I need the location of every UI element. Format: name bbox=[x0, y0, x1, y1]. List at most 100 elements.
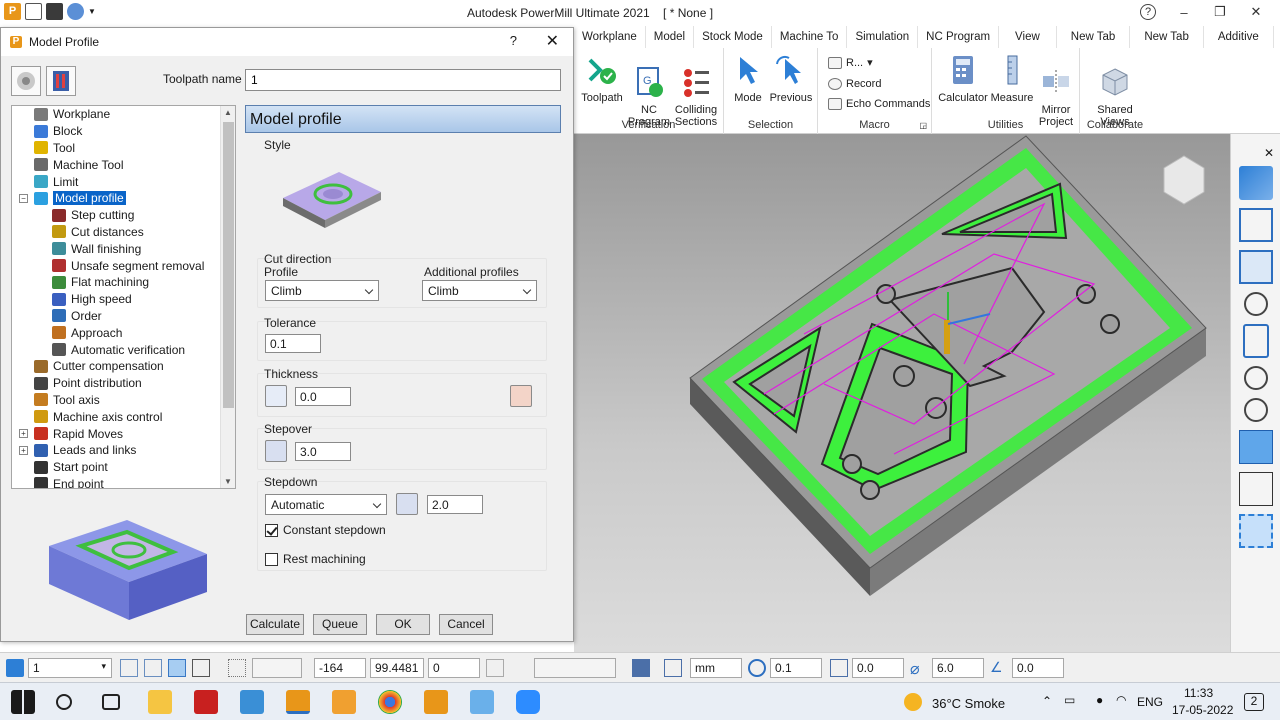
snap-icon-1[interactable] bbox=[120, 659, 138, 677]
tree-item[interactable]: Machine Tool bbox=[12, 156, 235, 173]
scroll-up-icon[interactable]: ▲ bbox=[224, 108, 232, 117]
tree-item[interactable]: Step cutting bbox=[12, 207, 235, 224]
selection-mode-button[interactable]: Mode bbox=[728, 54, 768, 104]
dialog-close-button[interactable]: ✕ bbox=[546, 31, 559, 51]
powermill-2-icon[interactable] bbox=[424, 690, 448, 714]
network-icon[interactable]: ▭ bbox=[1064, 693, 1075, 707]
previous-selection-button[interactable]: Previous bbox=[768, 54, 814, 104]
wireframe-block-icon[interactable] bbox=[1238, 472, 1273, 506]
file-explorer-icon[interactable] bbox=[148, 690, 172, 714]
tab-stock-mode[interactable]: Stock Mode bbox=[694, 26, 772, 48]
expand-icon[interactable]: + bbox=[19, 445, 28, 455]
tree-item[interactable]: Machine axis control bbox=[12, 408, 235, 425]
tree-item[interactable]: Order bbox=[12, 308, 235, 325]
tree-scrollbar[interactable]: ▲ ▼ bbox=[220, 106, 235, 488]
scroll-down-icon[interactable]: ▼ bbox=[224, 477, 232, 486]
tree-item[interactable]: High speed bbox=[12, 291, 235, 308]
tab-model[interactable]: Model bbox=[646, 26, 695, 48]
toolpath-edit-icon[interactable] bbox=[46, 66, 76, 96]
macro-launcher-icon[interactable]: ◲ bbox=[919, 121, 927, 130]
windows-start-icon[interactable] bbox=[11, 690, 35, 714]
grid-icon[interactable] bbox=[228, 659, 246, 677]
view-iso-cube-icon[interactable] bbox=[1238, 208, 1273, 242]
teams-icon[interactable] bbox=[240, 690, 264, 714]
tree-item[interactable]: Limit bbox=[12, 173, 235, 190]
app-window-icon[interactable] bbox=[470, 690, 494, 714]
stepover-input[interactable]: 3.0 bbox=[295, 442, 351, 461]
zoom-fit-icon[interactable] bbox=[1243, 366, 1268, 390]
profile-direction-select[interactable]: Climb bbox=[265, 280, 379, 301]
workplane-select[interactable]: 1 ▾ bbox=[28, 658, 112, 678]
thickness-settings-icon[interactable] bbox=[265, 385, 287, 407]
tab-workplane[interactable]: Workplane bbox=[574, 26, 646, 48]
tree-item[interactable]: Automatic verification bbox=[12, 341, 235, 358]
tree-item[interactable]: Approach bbox=[12, 324, 235, 341]
language-indicator[interactable]: ENG bbox=[1137, 695, 1163, 709]
snap-icon-3[interactable] bbox=[168, 659, 186, 677]
echo-commands-button[interactable]: Echo Commands bbox=[828, 98, 930, 110]
notifications-badge[interactable]: 2 bbox=[1244, 693, 1264, 711]
task-view-icon[interactable] bbox=[102, 694, 120, 710]
acrobat-icon[interactable] bbox=[194, 690, 218, 714]
zoom-box-icon[interactable] bbox=[1243, 398, 1268, 422]
stepdown-copy-icon[interactable] bbox=[396, 493, 418, 515]
help-icon[interactable]: ? bbox=[1140, 4, 1156, 20]
tree-item[interactable]: + Rapid Moves bbox=[12, 425, 235, 442]
close-app-button[interactable]: ✕ bbox=[1238, 0, 1274, 24]
rest-machining-checkbox[interactable]: Rest machining bbox=[265, 552, 366, 566]
collapse-icon[interactable]: − bbox=[19, 193, 28, 203]
constant-stepdown-checkbox[interactable]: Constant stepdown bbox=[265, 523, 386, 537]
powermill-taskbar-icon[interactable] bbox=[286, 690, 310, 714]
snap-icon-2[interactable] bbox=[144, 659, 162, 677]
tree-scroll-thumb[interactable] bbox=[223, 122, 234, 408]
tree-item[interactable]: − Model profile bbox=[12, 190, 235, 207]
refresh-view-icon[interactable] bbox=[1242, 324, 1269, 358]
cancel-button[interactable]: Cancel bbox=[439, 614, 493, 635]
tree-item[interactable]: Tool bbox=[12, 140, 235, 157]
snap-icon-4[interactable] bbox=[192, 659, 210, 677]
weather-sun-icon[interactable] bbox=[904, 693, 922, 711]
tree-item[interactable]: Tool axis bbox=[12, 392, 235, 409]
record-macro-button[interactable]: Record bbox=[828, 78, 881, 90]
status-thickness-field[interactable]: 0.0 bbox=[852, 658, 904, 678]
tree-item[interactable]: Point distribution bbox=[12, 375, 235, 392]
view-shaded-cube-icon[interactable] bbox=[1238, 250, 1273, 284]
clock-time[interactable]: 11:33 bbox=[1184, 686, 1213, 700]
stepover-copy-icon[interactable] bbox=[265, 440, 287, 462]
toolpath-name-input[interactable] bbox=[245, 69, 561, 91]
search-icon[interactable] bbox=[56, 694, 72, 710]
clock-date[interactable]: 17-05-2022 bbox=[1172, 703, 1233, 717]
tree-item[interactable]: Cut distances bbox=[12, 224, 235, 241]
autodesk-icon[interactable] bbox=[332, 690, 356, 714]
stepdown-input[interactable]: 2.0 bbox=[427, 495, 483, 514]
tree-item[interactable]: Cutter compensation bbox=[12, 358, 235, 375]
tree-item[interactable]: Workplane bbox=[12, 106, 235, 123]
measure-button[interactable]: Measure bbox=[990, 54, 1034, 104]
tree-item[interactable]: Unsafe segment removal bbox=[12, 257, 235, 274]
stepdown-mode-select[interactable]: Automatic bbox=[265, 494, 387, 515]
weather-text[interactable]: 36°C Smoke bbox=[932, 696, 1005, 711]
minimize-button[interactable]: – bbox=[1166, 0, 1202, 24]
tab-nc-program[interactable]: NC Program bbox=[918, 26, 1000, 48]
tray-chevron-icon[interactable]: ⌃ bbox=[1042, 694, 1052, 708]
ok-button[interactable]: OK bbox=[376, 614, 430, 635]
style-preview-image[interactable] bbox=[277, 158, 387, 240]
calculate-button[interactable]: Calculate bbox=[246, 614, 304, 635]
tree-item[interactable]: Flat machining bbox=[12, 274, 235, 291]
tab-new-tab-1[interactable]: New Tab bbox=[1057, 26, 1131, 48]
run-macro-button[interactable]: R... ▾ bbox=[828, 56, 873, 69]
tab-new-tab-2[interactable]: New Tab bbox=[1130, 26, 1204, 48]
zoom-meetings-icon[interactable] bbox=[516, 690, 540, 714]
queue-button[interactable]: Queue bbox=[313, 614, 367, 635]
tree-item[interactable]: End point bbox=[12, 476, 235, 488]
transparent-block-icon[interactable] bbox=[1238, 514, 1273, 548]
status-angle-field[interactable]: 0.0 bbox=[1012, 658, 1064, 678]
tree-item[interactable]: + Leads and links bbox=[12, 442, 235, 459]
mic-icon[interactable]: ● bbox=[1096, 693, 1103, 707]
strategy-page-tree[interactable]: Workplane Block Tool Machine Tool Limit − Mode… bbox=[11, 105, 236, 489]
select-arrow-icon[interactable] bbox=[1239, 556, 1273, 578]
chrome-icon[interactable] bbox=[378, 690, 402, 714]
units-field[interactable]: mm bbox=[690, 658, 742, 678]
tree-item[interactable]: Wall finishing bbox=[12, 240, 235, 257]
display-icon[interactable] bbox=[632, 659, 650, 677]
